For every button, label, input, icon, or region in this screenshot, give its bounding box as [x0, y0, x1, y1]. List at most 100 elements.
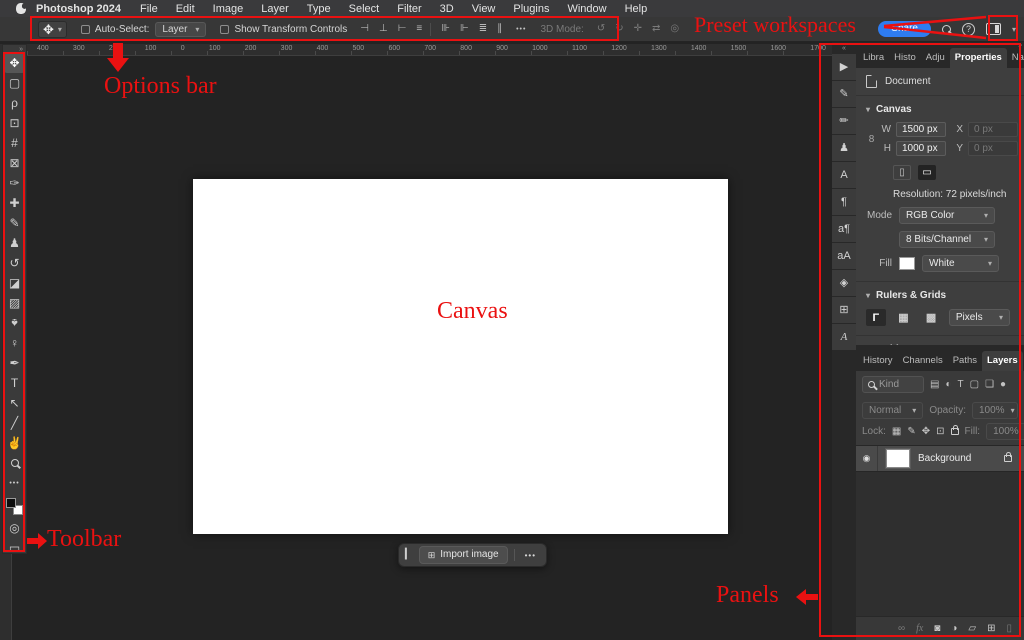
quick-mask-icon[interactable]: ◎ — [4, 518, 25, 538]
more-options-icon[interactable]: ••• — [516, 26, 526, 33]
layer-thumbnail[interactable] — [886, 449, 910, 468]
filter-pixel-layers-icon[interactable]: ▤ — [930, 380, 939, 390]
frame-tool[interactable]: ⊠ — [4, 153, 25, 173]
import-image-button[interactable]: ⊞ Import image — [419, 546, 508, 564]
pen-tool[interactable]: ✒ — [4, 353, 25, 373]
tab-channels[interactable]: Channels — [898, 351, 948, 371]
layer-style-icon[interactable]: fx — [916, 624, 923, 634]
menu-item[interactable]: Type — [298, 3, 340, 15]
character-styles-panel-icon[interactable]: aA — [832, 243, 856, 269]
3d-dolly-icon[interactable]: ◎ — [670, 24, 679, 34]
filter-type-layers-icon[interactable]: T — [958, 380, 964, 390]
distribute-bottom-edges-icon[interactable]: ≣ — [479, 24, 487, 34]
menu-item[interactable]: Filter — [388, 3, 430, 15]
apple-logo-icon[interactable] — [16, 3, 26, 14]
portrait-orientation-icon[interactable]: ▯ — [893, 165, 911, 180]
paragraph-styles-panel-icon[interactable]: A — [832, 324, 856, 350]
color-swatches[interactable] — [6, 498, 23, 515]
3d-orbit-icon[interactable]: ↺ — [597, 24, 605, 34]
menu-item[interactable]: Plugins — [504, 3, 558, 15]
link-dimensions-icon[interactable]: 8 — [864, 120, 879, 158]
chevron-down-icon[interactable] — [1012, 24, 1016, 35]
filter-attribute-icon[interactable]: ● — [1000, 380, 1006, 390]
canvas-section-header[interactable]: Canvas — [856, 96, 1024, 120]
crop-tool[interactable]: # — [4, 133, 25, 153]
distribute-horizontal-centers-icon[interactable]: ⊩ — [460, 24, 469, 34]
opacity-field[interactable]: 100% — [972, 402, 1018, 419]
tab-libraries[interactable]: Libra — [858, 48, 889, 68]
filter-shape-layers-icon[interactable]: ▢ — [970, 380, 979, 390]
align-left-edges-icon[interactable]: ⊣ — [360, 24, 369, 34]
tab-properties[interactable]: Properties — [950, 48, 1007, 68]
height-field[interactable]: 1000 px — [896, 141, 946, 156]
gradient-tool[interactable]: ▨ — [4, 293, 25, 313]
document-area[interactable]: 4003002001000100200300400500600700800900… — [0, 42, 832, 640]
auto-select-checkbox[interactable] — [81, 25, 90, 34]
fill-select[interactable]: White — [922, 255, 999, 272]
lock-all-icon[interactable] — [951, 428, 959, 435]
clone-source-panel-icon[interactable]: ♟ — [832, 135, 856, 161]
screen-mode-icon[interactable]: ▭ — [4, 538, 25, 558]
menu-item[interactable]: View — [463, 3, 505, 15]
help-icon[interactable]: ? — [962, 23, 975, 36]
glyphs-panel-icon[interactable]: a¶ — [832, 216, 856, 242]
type-tool[interactable]: T — [4, 373, 25, 393]
add-adjustment-layer-icon[interactable]: ◑ — [951, 624, 957, 634]
color-mode-select[interactable]: RGB Color — [899, 207, 995, 224]
rulers-icon[interactable]: Γ — [866, 309, 886, 326]
align-horizontal-centers-icon[interactable]: ⊥ — [379, 24, 388, 34]
menu-item[interactable]: File — [131, 3, 167, 15]
brushes-panel-icon[interactable]: ✏ — [832, 108, 856, 134]
collapse-toolbar-icon[interactable]: » — [19, 46, 23, 53]
expand-panels-icon[interactable]: « — [842, 44, 846, 54]
character-panel-icon[interactable]: A — [832, 162, 856, 188]
app-menu[interactable]: Photoshop 2024 — [34, 3, 131, 15]
paragraph-panel-icon[interactable]: ¶ — [832, 189, 856, 215]
search-icon[interactable] — [942, 25, 951, 34]
grid-icon[interactable]: ▦ — [894, 309, 914, 326]
show-transform-checkbox[interactable] — [220, 25, 229, 34]
3d-panel-icon[interactable]: ◈ — [832, 270, 856, 296]
menu-item[interactable]: Help — [616, 3, 657, 15]
task-bar-more-icon[interactable]: ••• — [521, 549, 540, 562]
align-vertical-centers-icon[interactable]: ≡ — [416, 24, 422, 34]
fill-color-swatch[interactable] — [899, 257, 915, 270]
move-tool[interactable]: ✥ — [4, 53, 25, 73]
actions-panel-icon[interactable]: ▶ — [832, 54, 856, 80]
width-field[interactable]: 1500 px — [896, 122, 946, 137]
add-layer-mask-icon[interactable]: ◙ — [934, 624, 940, 634]
history-brush-tool[interactable]: ↺ — [4, 253, 25, 273]
tab-layers[interactable]: Layers — [982, 351, 1023, 371]
tool-preset[interactable]: ✥ — [38, 21, 67, 38]
menu-item[interactable]: Layer — [252, 3, 298, 15]
path-selection-tool[interactable]: ↖ — [4, 393, 25, 413]
filter-smart-objects-icon[interactable]: ❏ — [985, 380, 994, 390]
menu-item[interactable]: Edit — [167, 3, 204, 15]
3d-roll-icon[interactable]: ↻ — [615, 24, 623, 34]
distribute-top-edges-icon[interactable]: ⊪ — [441, 24, 450, 34]
healing-brush-tool[interactable]: ✚ — [4, 193, 25, 213]
workspace-switcher-icon[interactable] — [986, 23, 1001, 35]
lock-transparency-icon[interactable]: ▦ — [892, 427, 901, 437]
blur-tool[interactable]: ♠ — [4, 313, 25, 333]
line-tool[interactable]: ╱ — [4, 413, 25, 433]
bit-depth-select[interactable]: 8 Bits/Channel — [899, 231, 995, 248]
lock-image-icon[interactable]: ✎ — [907, 427, 915, 437]
lock-position-icon[interactable]: ✥ — [922, 427, 930, 437]
units-select[interactable]: Pixels — [949, 309, 1010, 326]
auto-select-dropdown[interactable]: Layer — [155, 22, 206, 37]
drag-handle[interactable]: ▎ — [405, 550, 413, 560]
clone-stamp-tool[interactable]: ♟ — [4, 233, 25, 253]
object-selection-tool[interactable]: ⊡ — [4, 113, 25, 133]
layer-row[interactable]: ◉ Background — [856, 446, 1024, 472]
edit-toolbar-icon[interactable]: ••• — [4, 473, 25, 493]
x-field[interactable]: 0 px — [968, 122, 1018, 137]
new-group-icon[interactable]: ▱ — [968, 624, 976, 634]
collapse-panels-icon[interactable]: » — [1018, 42, 1022, 49]
tab-navigator[interactable]: Navig — [1007, 48, 1024, 68]
foreground-color-swatch[interactable] — [6, 498, 16, 508]
landscape-orientation-icon[interactable]: ▭ — [918, 165, 936, 180]
lasso-tool[interactable]: ρ — [4, 93, 25, 113]
menu-item[interactable]: 3D — [431, 3, 463, 15]
brush-settings-panel-icon[interactable]: ✎ — [832, 81, 856, 107]
